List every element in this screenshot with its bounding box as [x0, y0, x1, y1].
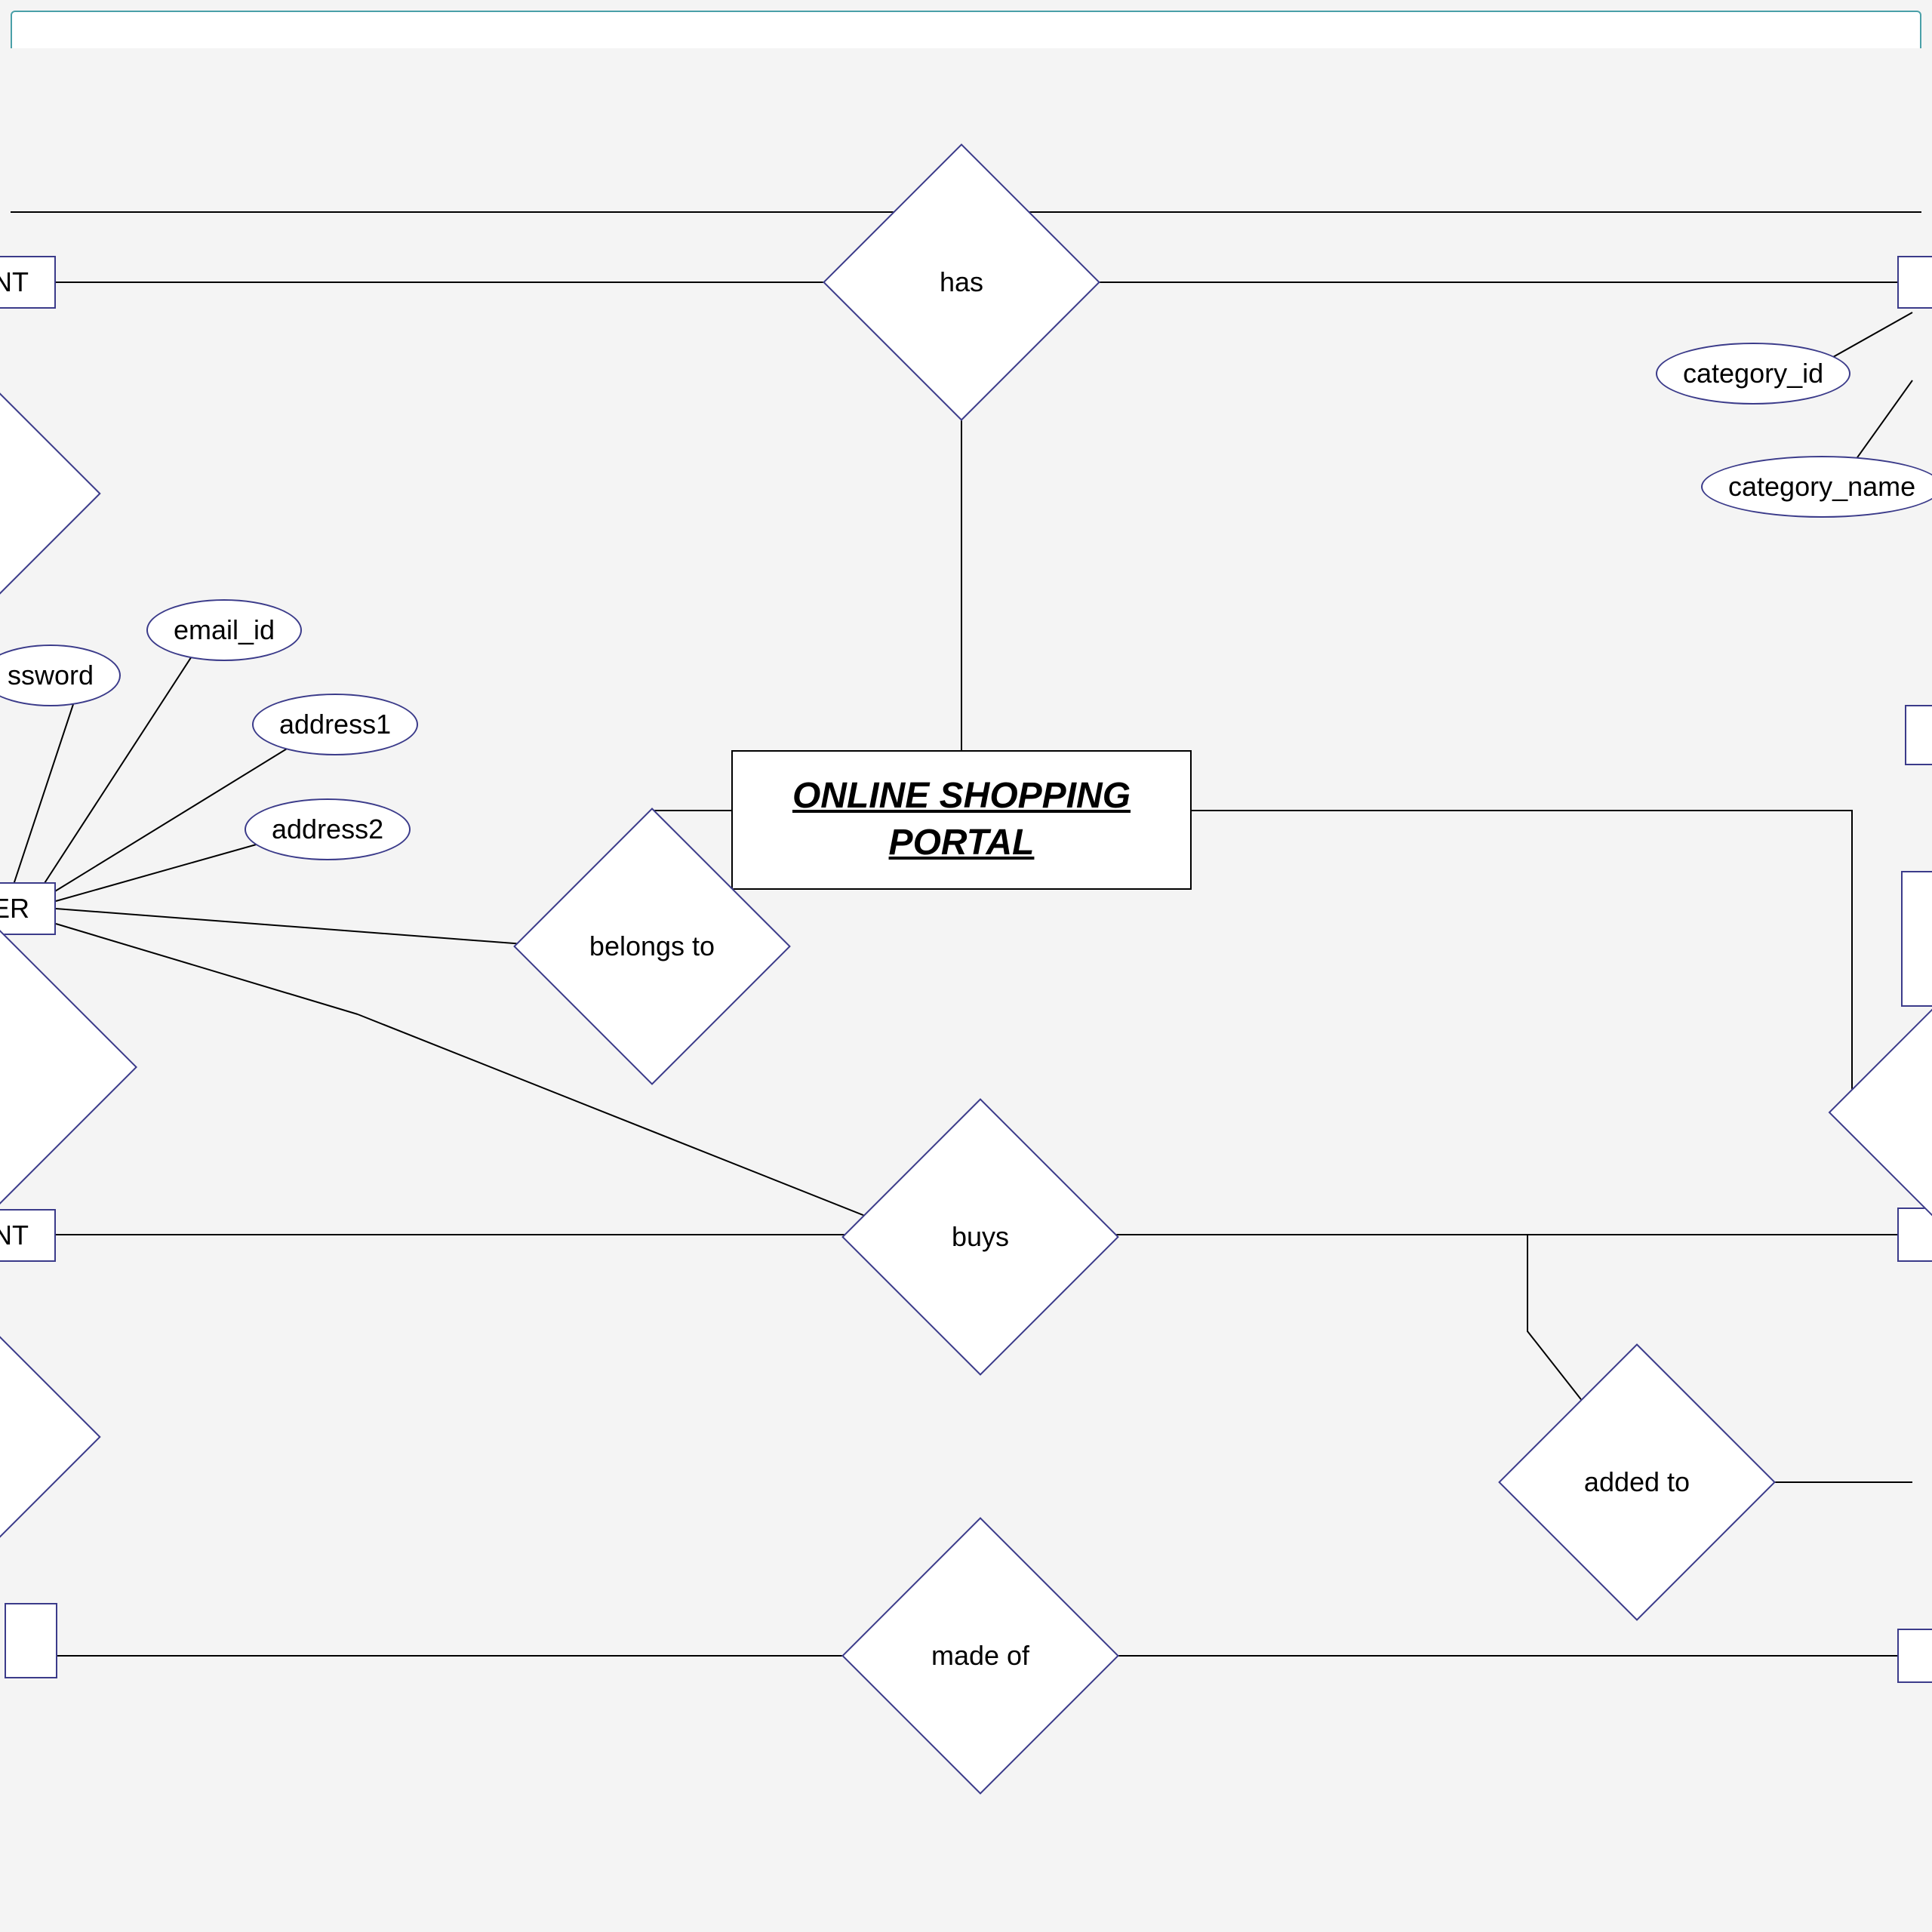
relationship-label: added to	[1584, 1466, 1690, 1498]
attribute-email-id: email_id	[146, 599, 302, 661]
relationship-added-to: added to	[1539, 1384, 1735, 1580]
relationship-belongs-to: belongs to	[554, 848, 750, 1044]
relationship-left-blank	[0, 961, 94, 1173]
entity-label: ER	[0, 893, 29, 924]
attribute-address1: address1	[252, 694, 418, 755]
attr-label: address1	[279, 709, 391, 740]
attr-label: address2	[272, 814, 383, 845]
entity-customer: ER	[0, 882, 56, 935]
entity-right-b	[1901, 871, 1932, 1007]
attr-label: category_id	[1683, 358, 1823, 389]
relationship-upper-left: to	[0, 403, 63, 584]
relationship-lower-left: or	[0, 1346, 63, 1527]
attribute-category-id: category_id	[1656, 343, 1850, 405]
attr-label: category_name	[1728, 471, 1915, 503]
entity-top-right	[1897, 256, 1932, 309]
entity-right-a	[1905, 705, 1932, 765]
attribute-category-name: category_name	[1701, 456, 1932, 518]
entity-label: NT	[0, 1220, 29, 1251]
relationship-label: made of	[931, 1640, 1029, 1672]
relationship-label: has	[940, 266, 983, 298]
attribute-password: ssword	[0, 645, 121, 706]
relationship-right-clipped	[1860, 1037, 1932, 1188]
entity-top-left: NT	[0, 256, 56, 309]
relationship-buys: buys	[882, 1139, 1078, 1335]
diagram-canvas: NT has category_id category_name to sswo…	[11, 48, 1921, 1921]
relationship-label: belongs to	[589, 931, 715, 962]
relationship-label: buys	[952, 1221, 1009, 1253]
attr-label: ssword	[8, 660, 94, 691]
entity-label: NT	[0, 266, 29, 298]
diagram-title: ONLINE SHOPPING PORTAL	[731, 750, 1192, 890]
entity-right-buys	[1897, 1208, 1932, 1262]
attr-label: email_id	[174, 614, 275, 646]
entity-right-mid: NT	[0, 1209, 56, 1262]
relationship-has: has	[863, 184, 1060, 380]
attribute-address2: address2	[245, 798, 411, 860]
entity-right-madeof	[1897, 1629, 1932, 1683]
entity-bottom-left	[5, 1603, 57, 1678]
relationship-made-of: made of	[882, 1558, 1078, 1754]
title-text: ONLINE SHOPPING PORTAL	[771, 773, 1152, 867]
